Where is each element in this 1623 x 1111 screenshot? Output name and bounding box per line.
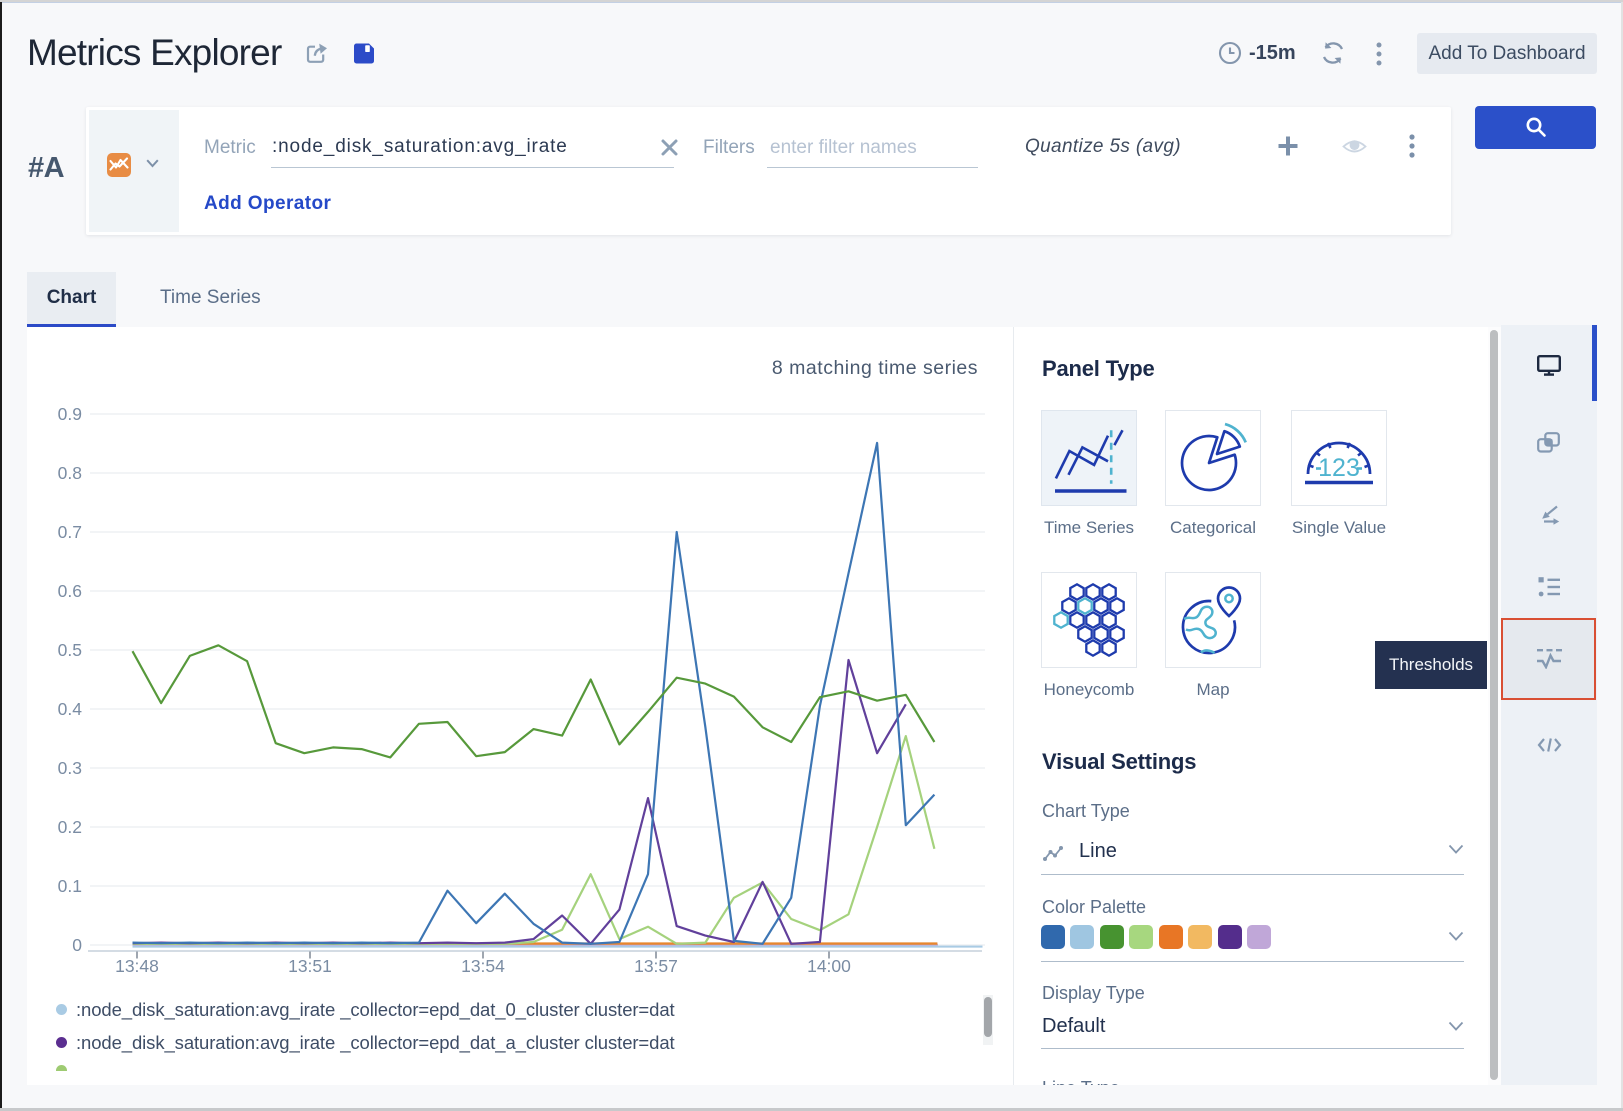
svg-text:0.1: 0.1: [58, 876, 82, 896]
svg-text:0.5: 0.5: [58, 640, 82, 660]
svg-text:123: 123: [1318, 454, 1360, 482]
svg-text:0.2: 0.2: [58, 817, 82, 837]
svg-text:13:57: 13:57: [634, 956, 678, 976]
svg-text:0.6: 0.6: [58, 581, 82, 601]
svg-text:0.9: 0.9: [58, 404, 82, 424]
svg-text:13:54: 13:54: [461, 956, 505, 976]
svg-text:14:00: 14:00: [807, 956, 851, 976]
svg-text:0.4: 0.4: [58, 699, 83, 719]
svg-text:0.7: 0.7: [58, 522, 82, 542]
svg-text:13:51: 13:51: [288, 956, 332, 976]
svg-text:13:48: 13:48: [115, 956, 159, 976]
svg-text:0.8: 0.8: [58, 463, 82, 483]
svg-text:0: 0: [72, 935, 82, 955]
svg-text:0.3: 0.3: [58, 758, 82, 778]
